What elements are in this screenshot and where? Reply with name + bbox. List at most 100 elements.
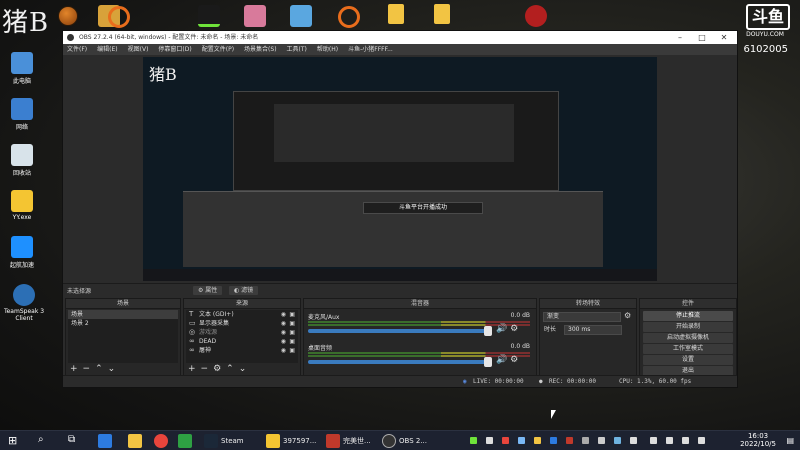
gear-icon[interactable]: ⚙ [510,355,518,365]
tray-icon[interactable] [598,437,605,444]
move-up-icon[interactable]: ⌃ [95,364,108,374]
source-item[interactable]: ◎ 游戏源 ◉ ▣ [186,328,298,337]
duration-input[interactable]: 300 ms [564,325,622,335]
menu-scene-collection[interactable]: 场景集合(S) [244,44,277,55]
desktop-shortcut-icon[interactable] [198,5,220,27]
lock-icon[interactable]: ▣ [289,319,295,328]
tray-icon[interactable] [582,437,589,444]
source-item[interactable]: ▭ 显示器采集 ◉ ▣ [186,319,298,328]
gear-icon[interactable]: ⚙ [624,311,631,320]
volume-slider[interactable] [308,360,486,364]
desktop-icon-network[interactable]: 网络 [2,98,42,131]
lock-icon[interactable]: ▣ [289,328,295,337]
volume-slider-handle[interactable] [484,357,492,367]
tray-icon[interactable] [518,437,525,444]
desktop-icon-this-pc[interactable]: 此电脑 [2,52,42,85]
search-icon[interactable]: ⌕ [38,434,44,448]
menu-edit[interactable]: 编辑(E) [97,44,117,55]
source-item[interactable]: ∞ DEAD ◉ ▣ [186,337,298,346]
ime-tray-icon[interactable] [682,437,689,444]
desktop-icon-booster[interactable]: 起航加速 [2,236,42,269]
eye-icon[interactable]: ◉ [281,328,286,337]
volume-slider[interactable] [308,329,486,333]
desktop-icon-teamspeak[interactable]: TeamSpeak 3 Client [2,284,46,322]
maximize-icon[interactable]: □ [691,31,713,44]
move-down-icon[interactable]: ⌄ [108,364,121,374]
file-explorer-icon[interactable] [128,434,142,448]
tray-icon[interactable] [550,437,557,444]
scene-item[interactable]: 场景 2 [68,319,178,328]
start-virtual-camera-button[interactable]: 启动虚拟摄像机 [643,333,733,343]
source-item[interactable]: ∞ 屠神 ◉ ▣ [186,346,298,355]
studio-mode-button[interactable]: 工作室模式 [643,344,733,354]
menu-view[interactable]: 视图(V) [128,44,149,55]
move-down-icon[interactable]: ⌄ [239,364,252,374]
tray-icon[interactable] [470,437,477,444]
taskbar-app-perfect-world[interactable]: 完美世... [326,434,371,448]
chrome-icon[interactable] [154,434,168,448]
folder-icon[interactable] [388,4,404,24]
eye-icon[interactable]: ◉ [281,319,286,328]
eye-icon[interactable]: ◉ [281,346,286,355]
close-icon[interactable]: ✕ [713,31,735,44]
desktop-icon-recycle-bin[interactable]: 回收站 [2,144,42,177]
windows-start-icon[interactable]: ⊞ [8,434,17,448]
lock-icon[interactable]: ▣ [289,337,295,346]
settings-button[interactable]: 设置 [643,355,733,365]
obs-preview-canvas[interactable]: 猪B 斗鱼平台开播成功 [143,57,657,281]
network-tray-icon[interactable] [650,437,657,444]
eye-icon[interactable]: ◉ [281,310,286,319]
desktop-shortcut-icon[interactable] [244,5,266,27]
tray-icon[interactable] [630,437,637,444]
eye-icon[interactable]: ◉ [281,337,286,346]
volume-slider-handle[interactable] [484,326,492,336]
gear-icon[interactable]: ⚙ [213,364,226,374]
ime-tray-icon[interactable] [698,437,705,444]
remove-scene-icon[interactable]: − [83,364,96,374]
lock-icon[interactable]: ▣ [289,346,295,355]
scene-item[interactable]: 场景 [68,310,178,319]
properties-button[interactable]: ⚙ 属性 [193,286,223,295]
taskbar-app-obs[interactable]: OBS 2... [382,434,427,448]
menu-tools[interactable]: 工具(T) [287,44,307,55]
tray-icon[interactable] [486,437,493,444]
stop-streaming-button[interactable]: 停止推流 [643,311,733,321]
edge-icon[interactable] [98,434,112,448]
menu-file[interactable]: 文件(F) [67,44,87,55]
gear-icon[interactable]: ⚙ [510,324,518,334]
move-up-icon[interactable]: ⌃ [226,364,239,374]
add-source-icon[interactable]: + [188,364,201,374]
tray-icon[interactable] [566,437,573,444]
menu-douyu[interactable]: 斗鱼-小猪FFFF... [348,44,393,55]
transition-select[interactable]: 渐变 [543,312,621,322]
desktop-icon-yy[interactable]: YY.exe [2,190,42,221]
taskbar-app-steam[interactable]: Steam [204,434,244,448]
tray-icon[interactable] [534,437,541,444]
add-scene-icon[interactable]: + [70,364,83,374]
speaker-icon[interactable]: 🔊 [496,355,507,365]
speaker-icon[interactable]: 🔊 [496,324,507,334]
folder-icon[interactable] [434,4,450,24]
desktop-shortcut-icon[interactable] [108,6,130,28]
taskbar-app-yy[interactable]: 397597... [266,434,316,448]
tray-icon[interactable] [614,437,621,444]
notification-icon[interactable]: ▤ [786,436,794,445]
desktop-shortcut-icon[interactable] [338,6,360,28]
menu-profile[interactable]: 配置文件(P) [202,44,234,55]
volume-tray-icon[interactable] [666,437,673,444]
filters-button[interactable]: ◐ 滤镜 [229,286,259,295]
minimize-icon[interactable]: – [669,31,691,44]
tray-icon[interactable] [502,437,509,444]
tray-clock[interactable]: 16:03 2022/10/5 [740,432,776,448]
steam-shortcut-icon[interactable] [525,5,547,27]
menu-help[interactable]: 帮助(H) [317,44,338,55]
lock-icon[interactable]: ▣ [289,310,295,319]
menu-docks[interactable]: 停靠窗口(D) [158,44,191,55]
app-icon[interactable] [178,434,192,448]
remove-source-icon[interactable]: − [201,364,214,374]
task-view-icon[interactable]: ⧉ [68,434,75,448]
desktop-shortcut-icon[interactable] [290,5,312,27]
source-item[interactable]: T 文本 (GDI+) ◉ ▣ [186,310,298,319]
start-recording-button[interactable]: 开始录制 [643,322,733,332]
obs-title-bar[interactable]: OBS 27.2.4 (64-bit, windows) - 配置文件: 未命名… [63,31,737,44]
